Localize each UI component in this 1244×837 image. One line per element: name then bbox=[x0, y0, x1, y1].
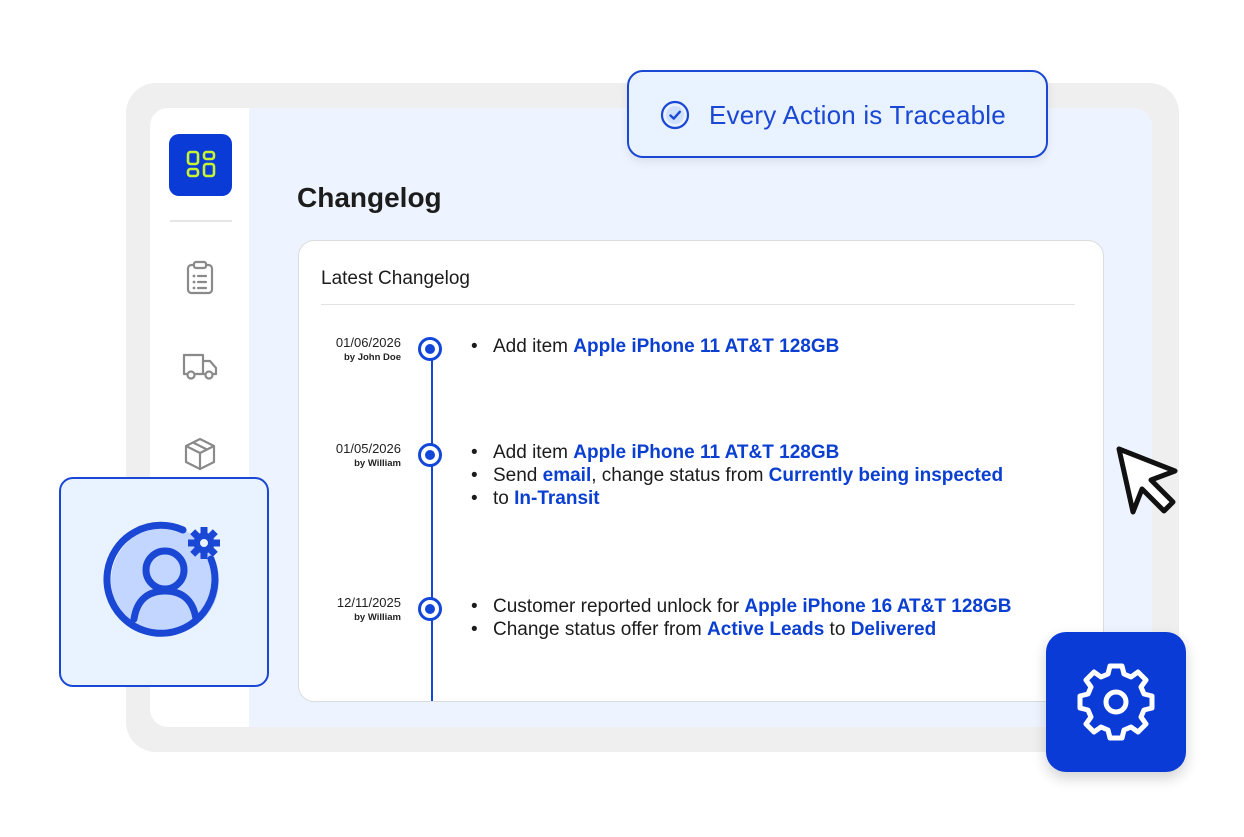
clipboard-list-icon bbox=[186, 260, 214, 295]
entry-date: 12/11/2025 by William bbox=[301, 595, 401, 625]
card-divider bbox=[321, 304, 1075, 305]
timeline-dot bbox=[418, 443, 442, 467]
sidebar-item-shipping[interactable] bbox=[180, 346, 220, 386]
entry-line: Add item Apple iPhone 11 AT&T 128GB bbox=[471, 335, 839, 358]
sidebar-divider bbox=[170, 220, 232, 222]
mouse-cursor-icon bbox=[1116, 446, 1178, 515]
entry-date-text: 01/06/2026 bbox=[335, 335, 401, 350]
status-link[interactable]: Currently being inspected bbox=[769, 465, 1003, 486]
entry-line-continuation: to In-Transit bbox=[471, 487, 1003, 510]
entry-text: to bbox=[493, 488, 515, 509]
entry-lines: Add item Apple iPhone 11 AT&T 128GB Send… bbox=[471, 441, 1003, 510]
status-link[interactable]: In-Transit bbox=[514, 488, 600, 509]
entry-text: Add item bbox=[493, 336, 574, 357]
entry-author: by William bbox=[354, 612, 401, 623]
gear-icon bbox=[1077, 663, 1155, 741]
entry-date-text: 12/11/2025 bbox=[336, 595, 401, 610]
timeline-dot bbox=[418, 597, 442, 621]
entry-text: Send bbox=[493, 465, 543, 486]
badge-text: Every Action is Traceable bbox=[709, 100, 1006, 130]
stage: Changelog Latest Changelog 01/06/2026 by… bbox=[0, 0, 1244, 837]
package-box-icon bbox=[184, 437, 216, 471]
entry-text: to bbox=[824, 619, 851, 640]
entry-text: Add item bbox=[493, 442, 574, 463]
item-link[interactable]: Apple iPhone 11 AT&T 128GB bbox=[573, 336, 839, 357]
page-title: Changelog bbox=[297, 182, 442, 213]
changelog-card: Latest Changelog 01/06/2026 by John Doe … bbox=[298, 240, 1104, 702]
traceable-badge: Every Action is Traceable bbox=[627, 70, 1048, 158]
card-title: Latest Changelog bbox=[321, 268, 470, 289]
entry-lines: Customer reported unlock for Apple iPhon… bbox=[471, 595, 1011, 641]
sidebar-item-orders[interactable] bbox=[180, 258, 220, 298]
entry-text: Change status offer from bbox=[493, 619, 708, 640]
sidebar-item-inventory[interactable] bbox=[180, 434, 220, 474]
timeline-dot bbox=[418, 337, 442, 361]
entry-line: Change status offer from Active Leads to… bbox=[471, 618, 1011, 641]
entry-author: by John Doe bbox=[343, 352, 401, 363]
item-link[interactable]: Apple iPhone 11 AT&T 128GB bbox=[573, 442, 839, 463]
sidebar-item-dashboard[interactable] bbox=[169, 134, 232, 196]
check-circle-icon bbox=[660, 100, 690, 130]
entry-date: 01/05/2026 by William bbox=[301, 441, 401, 471]
status-link[interactable]: Delivered bbox=[851, 619, 937, 640]
entry-author: by William bbox=[354, 458, 401, 469]
email-link[interactable]: email bbox=[543, 465, 592, 486]
entry-line: Send email, change status from Currently… bbox=[471, 464, 1003, 487]
truck-icon bbox=[182, 353, 218, 380]
status-link[interactable]: Active Leads bbox=[707, 619, 824, 640]
user-settings-icon bbox=[103, 521, 220, 637]
entry-text: Customer reported unlock for bbox=[493, 596, 745, 617]
entry-date: 01/06/2026 by John Doe bbox=[301, 335, 401, 365]
entry-line: Add item Apple iPhone 11 AT&T 128GB bbox=[471, 441, 1003, 464]
user-settings-tile bbox=[59, 477, 269, 687]
entry-text: , change status from bbox=[591, 465, 769, 486]
entry-line: Customer reported unlock for Apple iPhon… bbox=[471, 595, 1011, 618]
entry-date-text: 01/05/2026 bbox=[335, 441, 401, 456]
item-link[interactable]: Apple iPhone 16 AT&T 128GB bbox=[744, 596, 1011, 617]
timeline-line bbox=[431, 347, 433, 701]
dashboard-icon bbox=[186, 150, 215, 178]
entry-lines: Add item Apple iPhone 11 AT&T 128GB bbox=[471, 335, 839, 358]
settings-tile[interactable] bbox=[1046, 632, 1186, 772]
